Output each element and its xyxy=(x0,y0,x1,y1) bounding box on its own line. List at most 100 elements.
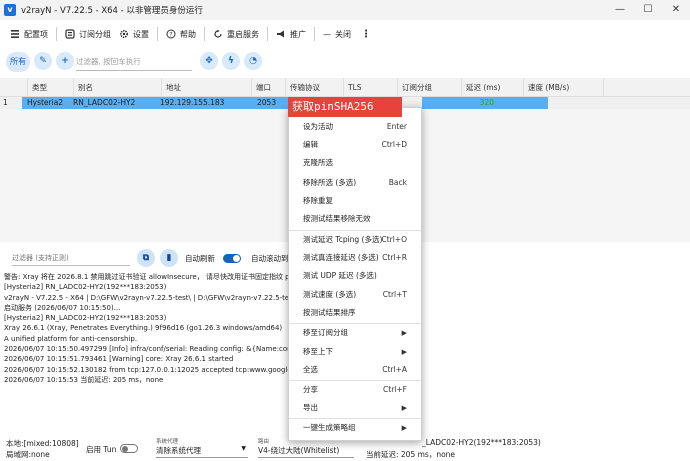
toolbar-subscription-label: 订阅分组 xyxy=(79,29,111,39)
toolbar-close-button[interactable]: — 关闭 xyxy=(323,24,351,44)
toolbar-restart-button[interactable]: 重启服务 xyxy=(213,24,259,44)
submenu-arrow-icon: ▶ xyxy=(401,348,407,356)
context-menu: 设为活动 Enter 编辑 Ctrl+D 克隆所选 移除所选 (多选) Back 移除… xyxy=(288,107,422,441)
toolbar-profiles-label: 配置项 xyxy=(24,29,48,39)
toolbar-subscription-button[interactable]: 订阅分组 xyxy=(65,24,111,44)
menu-item-real-delay[interactable]: 测试真连接延迟 (多选) Ctrl+R xyxy=(289,249,421,267)
menu-item-generate-policy-group[interactable]: 一键生成策略组 ▶ xyxy=(289,419,421,437)
menu-item-speed-test[interactable]: 测试速度 (多选) Ctrl+T xyxy=(289,286,421,304)
menu-item-remove-duplicates[interactable]: 移除重复 xyxy=(289,192,421,210)
menu-shortcut: Back xyxy=(388,178,407,187)
menu-label: 按测试结果排序 xyxy=(303,308,356,317)
tun-label: 启用 Tun xyxy=(86,445,117,454)
col-alias[interactable]: 别名 xyxy=(74,78,162,97)
toolbar-divider xyxy=(314,27,315,41)
menu-shortcut: Enter xyxy=(386,122,407,131)
col-speed[interactable]: 速度 (MB/s) xyxy=(524,78,604,97)
menu-item-export[interactable]: 导出 ▶ xyxy=(289,399,421,417)
submenu-arrow-icon: ▶ xyxy=(401,329,407,337)
maximize-button[interactable]: ☐ xyxy=(634,0,662,20)
minimize-button[interactable]: — xyxy=(606,0,634,20)
pinsha256-annotation: 获取pinSHA256 xyxy=(288,97,402,117)
menu-label: 测试延迟 Tcping (多选) xyxy=(303,235,383,244)
current-delay-info: 当前延迟: 205 ms，none xyxy=(366,450,456,459)
gauge-icon: ◔ xyxy=(249,56,257,66)
col-tls[interactable]: TLS xyxy=(344,78,398,97)
list-icon xyxy=(11,30,19,38)
menu-item-move-up-down[interactable]: 移至上下 ▶ xyxy=(289,343,421,361)
toolbar-divider xyxy=(204,27,205,41)
app-logo-icon: v xyxy=(4,4,16,16)
log-line: 启动服务 (2026/06/07 10:15:50)... xyxy=(4,303,121,312)
menu-item-move-to-group[interactable]: 移至订阅分组 ▶ xyxy=(289,324,421,342)
log-line: v2rayN - V7.22.5 - X64 | D:\GFW\v2rayn-v… xyxy=(4,293,290,302)
toolbar-profiles-button[interactable]: 配置项 xyxy=(10,24,48,44)
close-window-button[interactable]: ✕ xyxy=(662,0,690,20)
menu-item-set-active[interactable]: 设为活动 Enter xyxy=(289,118,421,136)
main-toolbar: 配置项 订阅分组 设置 ? 帮助 重启服务 推广 — 关闭 ⋮ xyxy=(0,22,690,46)
routing-select[interactable]: V4-绕过大陆(Whitelist) xyxy=(258,444,354,458)
move-button[interactable]: ✥ xyxy=(200,52,218,70)
menu-item-remove-selected[interactable]: 移除所选 (多选) Back xyxy=(289,174,421,192)
gauge-button[interactable]: ◔ xyxy=(244,52,262,70)
menu-item-tcping[interactable]: 测试延迟 Tcping (多选) Ctrl+O xyxy=(289,231,421,249)
col-address[interactable]: 地址 xyxy=(162,78,252,97)
toolbar-help-button[interactable]: ? 帮助 xyxy=(166,24,196,44)
menu-label: 编辑 xyxy=(303,140,318,149)
app-window: v v2rayN - V7.22.5 - X64 - 以非管理员身份运行 — ☐… xyxy=(0,0,690,461)
log-line: [Hysteria2] RN_LADC02-HY2(192***183:2053… xyxy=(4,283,167,292)
menu-shortcut: Ctrl+D xyxy=(381,140,407,149)
log-line: 2026/06/07 10:15:51.793461 [Warning] cor… xyxy=(4,355,234,364)
col-transport[interactable]: 传输协议 xyxy=(286,78,344,97)
chevron-down-icon: ▼ xyxy=(241,445,246,452)
log-line: A unified platform for anti-censorship. xyxy=(4,334,138,343)
server-table-header: 类型 别名 地址 端口 传输协议 TLS 订阅分组 延迟 (ms) 速度 (MB… xyxy=(0,78,690,97)
col-subscription[interactable]: 订阅分组 xyxy=(398,78,462,97)
menu-label: 设为活动 xyxy=(303,122,333,131)
menu-item-remove-invalid[interactable]: 按测试结果移除无效 xyxy=(289,210,421,228)
speedtest-button[interactable]: ϟ xyxy=(222,52,240,70)
copy-log-button[interactable]: ⧉ xyxy=(137,249,155,267)
clear-log-button[interactable]: ▮ xyxy=(160,249,178,267)
auto-scroll-label: 自动滚动到 xyxy=(251,254,289,263)
more-options-icon[interactable]: ⋮ xyxy=(361,24,371,44)
toolbar-divider xyxy=(267,27,268,41)
routing-value: V4-绕过大陆(Whitelist) xyxy=(258,446,340,455)
menu-item-sort-by-result[interactable]: 按测试结果排序 xyxy=(289,304,421,322)
menu-item-select-all[interactable]: 全选 Ctrl+A xyxy=(289,361,421,379)
add-button[interactable]: + xyxy=(56,52,74,70)
menu-label: 测试 UDP 延迟 (多选) xyxy=(303,271,377,280)
row-index: 1 xyxy=(3,98,8,107)
menu-item-edit[interactable]: 编辑 Ctrl+D xyxy=(289,136,421,154)
plus-icon: + xyxy=(61,56,69,66)
menu-label: 移除重复 xyxy=(303,196,333,205)
menu-label: 测试真连接延迟 (多选) xyxy=(303,253,379,262)
all-group-tab[interactable]: 所有 xyxy=(6,52,30,72)
server-filter-input[interactable] xyxy=(76,53,192,71)
toolbar-divider xyxy=(56,27,57,41)
col-delay[interactable]: 延迟 (ms) xyxy=(462,78,524,97)
log-line: 2026/06/07 10:15:53 当前延迟: 205 ms，none xyxy=(4,375,164,384)
toolbar-settings-button[interactable]: 设置 xyxy=(119,24,149,44)
row-port: 2053 xyxy=(257,98,277,107)
menu-shortcut: Ctrl+F xyxy=(383,385,407,394)
menu-shortcut: Ctrl+T xyxy=(382,290,407,299)
menu-item-share[interactable]: 分享 Ctrl+F xyxy=(289,381,421,399)
tun-toggle[interactable] xyxy=(120,444,138,453)
toolbar-promotion-button[interactable]: 推广 xyxy=(276,24,306,44)
col-type[interactable]: 类型 xyxy=(28,78,74,97)
row-address: 192.129.155.183 xyxy=(160,98,225,107)
col-port[interactable]: 端口 xyxy=(252,78,286,97)
menu-label: 移除所选 (多选) xyxy=(303,178,357,187)
edit-button[interactable]: ✎ xyxy=(34,52,52,70)
menu-item-clone[interactable]: 克隆所选 xyxy=(289,154,421,172)
log-filter-input[interactable] xyxy=(12,251,130,266)
system-proxy-select[interactable]: 清除系统代理 ▼ xyxy=(156,444,248,458)
local-port-status: 本地:[mixed:10808] xyxy=(6,439,79,448)
menu-shortcut: Ctrl+A xyxy=(382,365,407,374)
title-bar: v v2rayN - V7.22.5 - X64 - 以非管理员身份运行 — ☐… xyxy=(0,0,690,20)
subscription-icon xyxy=(65,29,75,39)
menu-item-udp-delay[interactable]: 测试 UDP 延迟 (多选) xyxy=(289,267,421,285)
auto-refresh-toggle[interactable] xyxy=(223,254,241,263)
menu-shortcut: Ctrl+R xyxy=(382,253,407,262)
